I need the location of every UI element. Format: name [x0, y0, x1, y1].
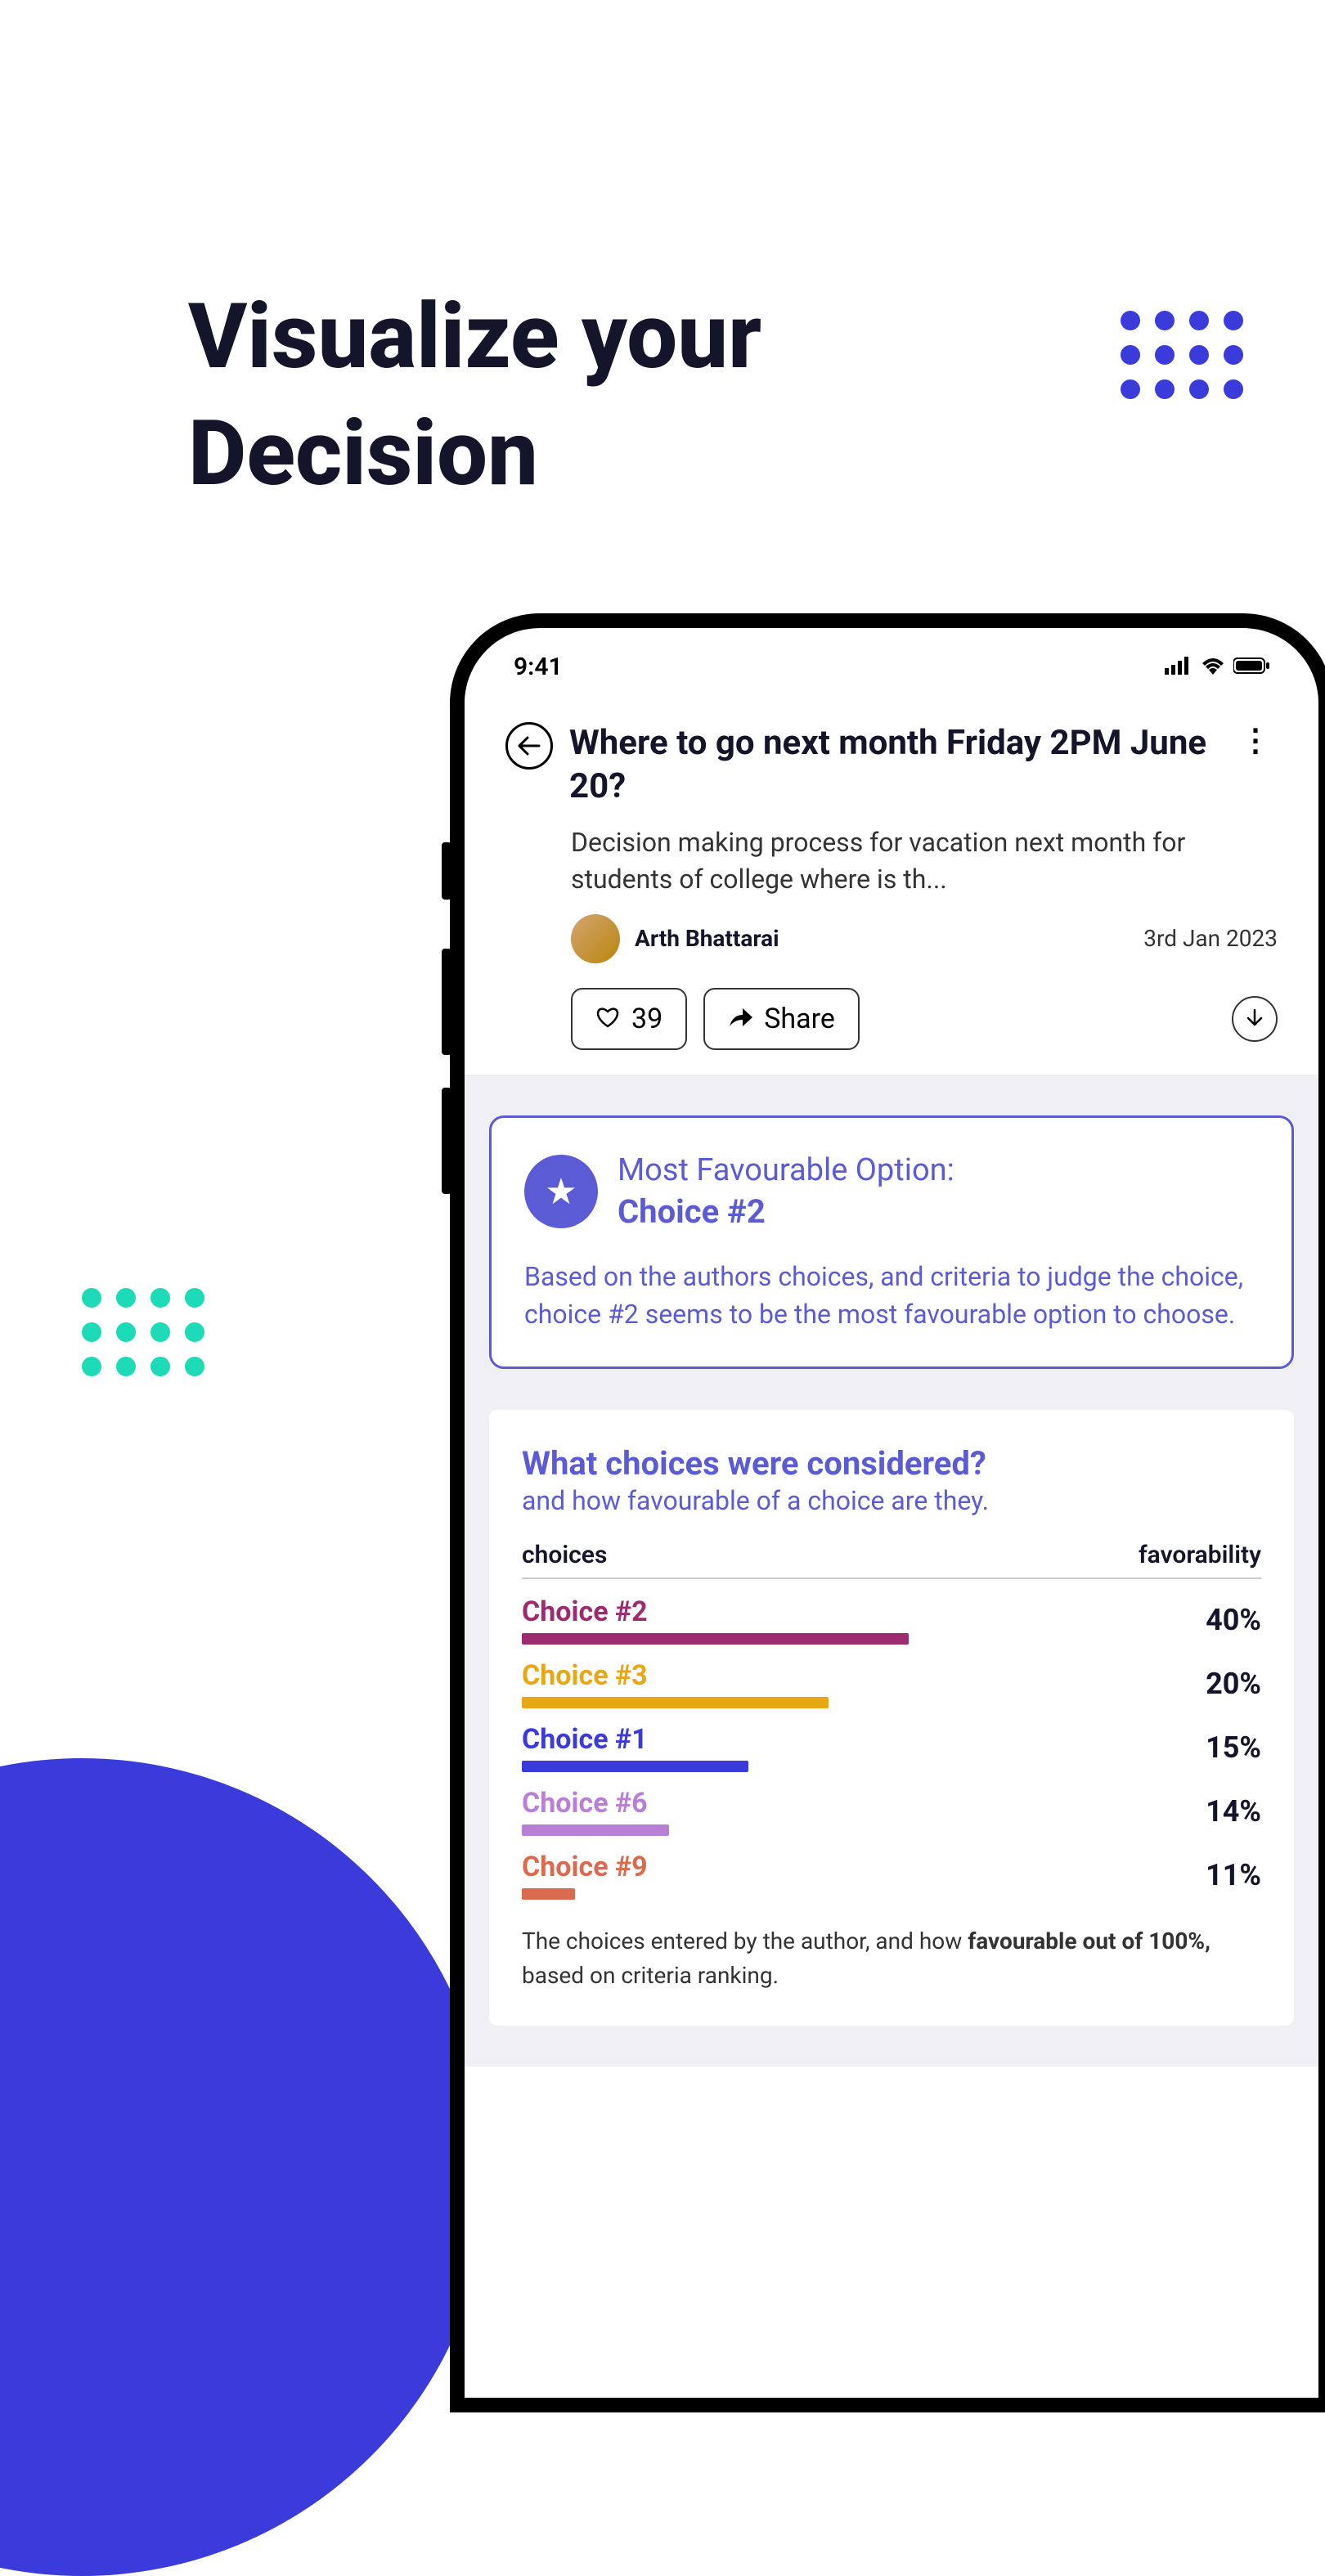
choice-row[interactable]: Choice #2 40%: [522, 1595, 1261, 1645]
heart-icon: [595, 1003, 620, 1035]
footer-post: based on criteria ranking.: [522, 1962, 779, 1989]
status-icons: [1165, 653, 1269, 681]
choices-subtitle: and how favourable of a choice are they.: [522, 1485, 1261, 1516]
col-choices: choices: [522, 1541, 607, 1569]
choice-name: Choice #2: [522, 1595, 1189, 1628]
choice-name: Choice #9: [522, 1851, 1189, 1883]
choice-bar: [522, 1824, 669, 1836]
page-title-line2: Decision: [188, 395, 761, 512]
phone-frame: 9:41 Where to go next month Friday 2PM: [450, 613, 1325, 2412]
choice-name: Choice #6: [522, 1787, 1189, 1820]
author-name: Arth Bhattarai: [635, 925, 779, 952]
choice-bar: [522, 1697, 829, 1708]
favourable-choice: Choice #2: [618, 1191, 954, 1233]
choice-row[interactable]: Choice #3 20%: [522, 1659, 1261, 1708]
favourable-card: ★ Most Favourable Option: Choice #2 Base…: [489, 1115, 1294, 1369]
share-label: Share: [764, 1003, 835, 1035]
decoration-dots-blue: [1121, 311, 1243, 399]
choices-card: What choices were considered? and how fa…: [489, 1410, 1294, 2026]
share-button[interactable]: Share: [703, 988, 860, 1050]
battery-icon: [1233, 653, 1269, 681]
table-divider: [522, 1577, 1261, 1579]
choice-bar: [522, 1888, 575, 1900]
choice-row[interactable]: Choice #6 14%: [522, 1787, 1261, 1836]
question-title: Where to go next month Friday 2PM June 2…: [569, 722, 1217, 808]
favourable-description: Based on the authors choices, and criter…: [524, 1258, 1259, 1334]
choice-row[interactable]: Choice #1 15%: [522, 1723, 1261, 1772]
choice-pct: 11%: [1206, 1858, 1261, 1892]
col-favorability: favorability: [1139, 1541, 1261, 1569]
page-title-line1: Visualize your: [188, 278, 761, 395]
question-description: Decision making process for vacation nex…: [571, 824, 1278, 898]
post-date: 3rd Jan 2023: [1143, 925, 1278, 952]
choice-bar: [522, 1761, 748, 1772]
footer-pre: The choices entered by the author, and h…: [522, 1928, 968, 1954]
page-title: Visualize your Decision: [188, 278, 761, 512]
wifi-icon: [1201, 653, 1225, 681]
choice-name: Choice #3: [522, 1659, 1189, 1692]
like-button[interactable]: 39: [571, 988, 687, 1050]
choice-bar: [522, 1633, 909, 1645]
choice-pct: 15%: [1206, 1730, 1261, 1765]
choices-title: What choices were considered?: [522, 1443, 1261, 1485]
decision-header: Where to go next month Friday 2PM June 2…: [465, 689, 1318, 1075]
share-icon: [728, 1003, 752, 1035]
favourable-label: Most Favourable Option:: [618, 1151, 954, 1191]
choices-footer: The choices entered by the author, and h…: [522, 1924, 1261, 1993]
choice-name: Choice #1: [522, 1723, 1189, 1756]
like-count: 39: [631, 1003, 662, 1035]
signal-icon: [1165, 653, 1192, 681]
choice-row[interactable]: Choice #9 11%: [522, 1851, 1261, 1900]
footer-bold: favourable out of 100%,: [968, 1928, 1210, 1954]
download-button[interactable]: [1232, 996, 1278, 1042]
decoration-circle: [0, 1758, 491, 2576]
choice-pct: 14%: [1206, 1794, 1261, 1829]
status-bar: 9:41: [465, 628, 1318, 689]
author-avatar[interactable]: [571, 914, 620, 963]
back-button[interactable]: [505, 722, 553, 770]
status-time: 9:41: [514, 653, 563, 681]
more-button[interactable]: ⋮: [1233, 722, 1278, 759]
content-area: ★ Most Favourable Option: Choice #2 Base…: [465, 1075, 1318, 2067]
choice-rows: Choice #240%Choice #320%Choice #115%Choi…: [522, 1595, 1261, 1900]
choice-pct: 20%: [1206, 1667, 1261, 1701]
star-icon: ★: [524, 1155, 598, 1228]
decoration-dots-teal: [82, 1288, 204, 1376]
choice-pct: 40%: [1206, 1603, 1261, 1637]
